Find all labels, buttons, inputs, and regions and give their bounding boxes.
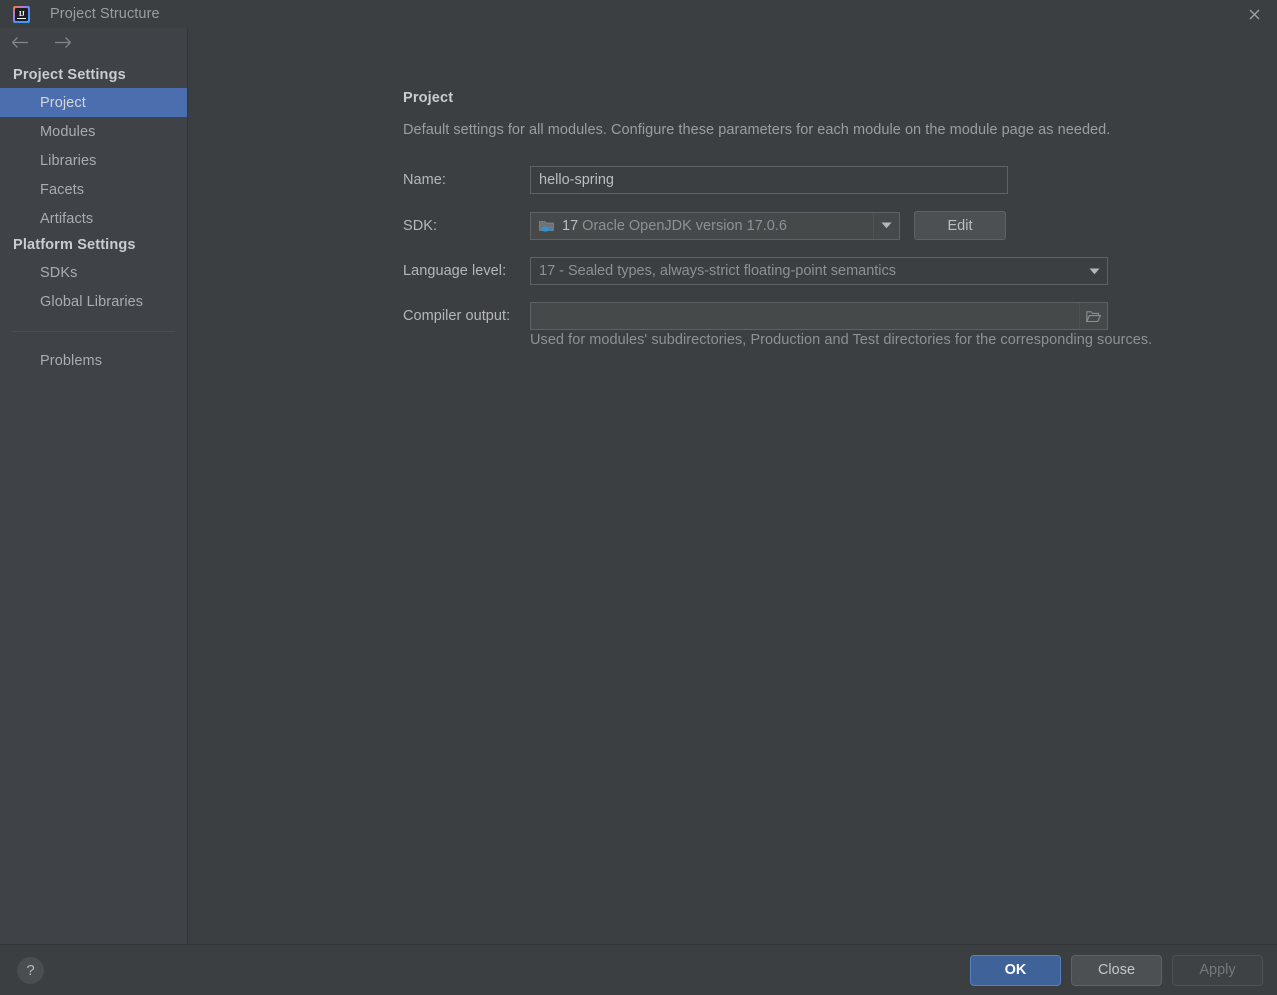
page-description: Default settings for all modules. Config… — [403, 122, 1111, 138]
sidebar-group-project-settings: Project Settings — [13, 67, 126, 83]
sidebar-item-modules[interactable]: Modules — [0, 117, 187, 146]
compiler-output-input[interactable] — [531, 303, 1079, 329]
content-pane: Project Default settings for all modules… — [188, 28, 1277, 944]
sidebar-item-label: SDKs — [40, 264, 78, 281]
sidebar-item-libraries[interactable]: Libraries — [0, 146, 187, 175]
java-sdk-folder-icon — [539, 218, 556, 234]
language-level-value: 17 - Sealed types, always-strict floatin… — [539, 263, 897, 279]
folder-open-icon[interactable] — [1079, 303, 1107, 329]
sidebar-item-label: Problems — [40, 352, 103, 369]
sidebar-divider — [12, 331, 175, 332]
language-level-label: Language level: — [403, 263, 507, 279]
page-title: Project — [403, 90, 454, 106]
sdk-combobox[interactable]: 17 Oracle OpenJDK version 17.0.6 — [530, 211, 900, 240]
title-bar: IJ Project Structure — [0, 0, 1277, 28]
close-button[interactable]: Close — [1071, 954, 1162, 986]
sidebar-item-label: Modules — [40, 123, 96, 140]
sidebar-navigation-bar — [0, 28, 187, 57]
sdk-row: SDK: 17 Oracle OpenJDK version 17.0.6 Ed… — [403, 211, 1277, 240]
compiler-output-hint: Used for modules' subdirectories, Produc… — [530, 332, 1153, 348]
close-icon[interactable] — [1231, 0, 1277, 28]
apply-button[interactable]: Apply — [1172, 954, 1263, 986]
sidebar-item-global-libraries[interactable]: Global Libraries — [0, 287, 187, 316]
sidebar-group-platform-settings: Platform Settings — [13, 237, 136, 253]
window-title: Project Structure — [50, 6, 160, 22]
arrow-left-icon[interactable] — [9, 33, 31, 53]
sidebar-item-label: Project — [40, 94, 86, 111]
sidebar-item-project[interactable]: Project — [0, 88, 187, 117]
sidebar-item-label: Libraries — [40, 152, 97, 169]
compiler-output-row: Compiler output: — [403, 302, 1277, 330]
sidebar-list: Project Settings Project Modules Librari… — [0, 57, 187, 375]
sdk-version: 17 — [562, 217, 579, 234]
sidebar-item-label: Artifacts — [40, 210, 94, 227]
dialog-body: Project Settings Project Modules Librari… — [0, 28, 1277, 944]
chevron-down-icon[interactable] — [1081, 258, 1107, 284]
sdk-edit-button[interactable]: Edit — [914, 211, 1006, 240]
language-level-combobox[interactable]: 17 - Sealed types, always-strict floatin… — [530, 257, 1108, 285]
sidebar-item-problems[interactable]: Problems — [0, 346, 187, 375]
sidebar-item-label: Facets — [40, 181, 85, 198]
compiler-output-field — [530, 302, 1108, 330]
ok-button[interactable]: OK — [970, 954, 1061, 986]
arrow-right-icon[interactable] — [51, 33, 73, 53]
compiler-output-label: Compiler output: — [403, 308, 511, 324]
sidebar-item-facets[interactable]: Facets — [0, 175, 187, 204]
name-input[interactable] — [530, 166, 1008, 194]
intellij-idea-icon: IJ — [13, 5, 30, 23]
name-label: Name: — [403, 172, 446, 188]
project-structure-dialog: IJ Project Structure Project Settings Pr… — [0, 0, 1277, 995]
sdk-description-text: Oracle OpenJDK version 17.0.6 — [582, 217, 787, 234]
name-row: Name: — [403, 166, 1277, 194]
help-button[interactable]: ? — [17, 956, 44, 984]
language-level-row: Language level: 17 - Sealed types, alway… — [403, 257, 1277, 285]
sidebar-item-sdks[interactable]: SDKs — [0, 258, 187, 287]
footer-bar: ? OK Close Apply — [0, 944, 1277, 995]
footer-actions: OK Close Apply — [970, 954, 1263, 986]
chevron-down-icon[interactable] — [873, 212, 899, 239]
sdk-label: SDK: — [403, 217, 438, 234]
sdk-value: 17 Oracle OpenJDK version 17.0.6 — [562, 218, 787, 234]
sidebar-item-artifacts[interactable]: Artifacts — [0, 204, 187, 233]
sidebar-item-label: Global Libraries — [40, 293, 144, 310]
sidebar: Project Settings Project Modules Librari… — [0, 28, 188, 944]
